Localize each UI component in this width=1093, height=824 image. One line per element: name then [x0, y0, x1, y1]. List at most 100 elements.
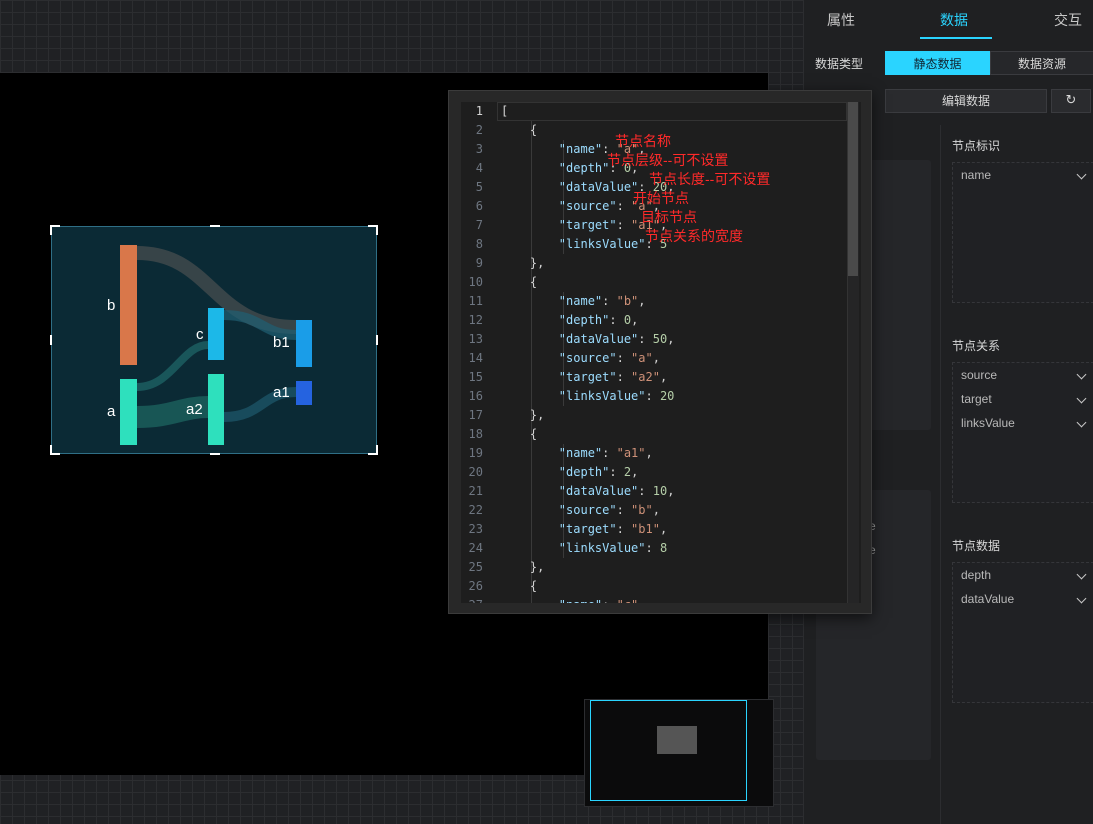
code-line[interactable]: 14 "source": "a", — [461, 349, 847, 368]
edit-data-button[interactable]: 编辑数据 — [885, 89, 1047, 113]
code-text: { — [501, 579, 538, 593]
line-number: 15 — [468, 370, 483, 384]
sankey-label-c: c — [196, 326, 204, 343]
field-source[interactable]: source — [961, 368, 997, 382]
sankey-node-a — [120, 379, 137, 445]
field-datavalue[interactable]: dataValue — [961, 592, 1014, 606]
code-text: "target": "b1", — [558, 522, 668, 536]
code-line[interactable]: 24 "linksValue": 8 — [461, 539, 847, 558]
code-text: "depth": 0, — [558, 313, 639, 327]
field-name[interactable]: name — [961, 168, 991, 182]
code-editor[interactable]: 1[2 {3 "name": "a", 4 "depth": 0, 5 "dataV… — [461, 102, 861, 603]
code-line[interactable]: 19 "name": "a1", — [461, 444, 847, 463]
chevron-down-icon[interactable] — [1076, 169, 1087, 180]
code-line[interactable]: 26 { — [461, 577, 847, 596]
resize-handle-right[interactable] — [376, 335, 378, 345]
sankey-link-a-c — [136, 341, 209, 391]
chevron-down-icon[interactable] — [1076, 393, 1087, 404]
resize-handle-bottom-right[interactable] — [368, 445, 378, 455]
chevron-down-icon[interactable] — [1076, 369, 1087, 380]
code-line[interactable]: 12 "depth": 0, — [461, 311, 847, 330]
line-number: 6 — [475, 199, 483, 213]
minimap-component — [657, 726, 697, 754]
line-number: 24 — [468, 541, 483, 555]
code-text: "dataValue": 10, — [558, 484, 675, 498]
code-text: { — [501, 427, 538, 441]
field-linksvalue[interactable]: linksValue — [961, 416, 1015, 430]
line-number: 10 — [468, 275, 483, 289]
line-number: 26 — [468, 579, 483, 593]
sankey-node-a2 — [208, 374, 224, 445]
line-number: 13 — [468, 332, 483, 346]
field-annotation: 目标节点 — [641, 209, 697, 225]
sankey-label-a: a — [107, 403, 116, 420]
code-text: { — [501, 275, 538, 289]
field-target[interactable]: target — [961, 392, 992, 406]
tab-interaction[interactable]: 交互 — [1054, 0, 1082, 40]
resize-handle-top-right[interactable] — [368, 225, 378, 235]
line-number: 4 — [475, 161, 483, 175]
line-number: 7 — [475, 218, 483, 232]
sankey-label-b: b — [107, 297, 115, 314]
chevron-down-icon[interactable] — [1076, 593, 1087, 604]
data-editor-popup: 1[2 {3 "name": "a", 4 "depth": 0, 5 "dataV… — [448, 90, 872, 614]
minimap[interactable] — [584, 699, 774, 807]
code-line[interactable]: 16 "linksValue": 20 — [461, 387, 847, 406]
code-line[interactable]: 27 "name": "c", — [461, 596, 847, 603]
field-depth[interactable]: depth — [961, 568, 991, 582]
data-type-label: 数据类型 — [815, 57, 864, 71]
resize-handle-top-left[interactable] — [50, 225, 60, 235]
code-line[interactable]: 1[ — [461, 102, 847, 121]
sankey-component[interactable]: b a c a2 b1 a1 — [50, 225, 378, 455]
code-line[interactable]: 21 "dataValue": 10, — [461, 482, 847, 501]
static-data-option[interactable]: 静态数据 — [885, 51, 990, 75]
tab-data[interactable]: 数据 — [940, 0, 968, 40]
code-line[interactable]: 13 "dataValue": 50, — [461, 330, 847, 349]
resize-handle-left[interactable] — [50, 335, 52, 345]
code-line[interactable]: 17 }, — [461, 406, 847, 425]
node-id-field-list[interactable]: name — [952, 162, 1093, 303]
code-line[interactable]: 23 "target": "b1", — [461, 520, 847, 539]
code-text: { — [501, 123, 538, 137]
data-resource-option[interactable]: 数据资源 — [990, 51, 1093, 75]
node-relation-group-title: 节点关系 — [952, 339, 1001, 353]
code-text: }, — [501, 560, 545, 574]
code-text: "linksValue": 20 — [558, 389, 675, 403]
field-annotation: 节点关系的宽度 — [645, 228, 743, 244]
code-line[interactable]: 22 "source": "b", — [461, 501, 847, 520]
line-number: 16 — [468, 389, 483, 403]
line-number: 3 — [475, 142, 483, 156]
code-line[interactable]: 9 }, — [461, 254, 847, 273]
line-number: 14 — [468, 351, 483, 365]
node-relation-field-list[interactable]: source target linksValue — [952, 362, 1093, 503]
code-line[interactable]: 20 "depth": 2, — [461, 463, 847, 482]
code-text: "target": "a2", — [558, 370, 668, 384]
line-number: 5 — [475, 180, 483, 194]
chevron-down-icon[interactable] — [1076, 417, 1087, 428]
code-line[interactable]: 25 }, — [461, 558, 847, 577]
designer-workspace: b a c a2 b1 a1 属性 数据 交互 数据类型 静态数据 数据资源 编… — [0, 0, 1093, 824]
chevron-down-icon[interactable] — [1076, 569, 1087, 580]
sankey-node-c — [208, 308, 224, 360]
active-tab-indicator — [920, 37, 992, 39]
code-line[interactable]: 18 { — [461, 425, 847, 444]
line-number: 12 — [468, 313, 483, 327]
code-text: "source": "a", — [558, 351, 660, 365]
resize-handle-bottom-left[interactable] — [50, 445, 60, 455]
sankey-label-a1: a1 — [273, 384, 290, 401]
code-text: }, — [501, 408, 545, 422]
code-line[interactable]: 11 "name": "b", — [461, 292, 847, 311]
code-line[interactable]: 15 "target": "a2", — [461, 368, 847, 387]
resize-handle-bottom[interactable] — [210, 453, 220, 455]
tab-properties[interactable]: 属性 — [827, 0, 855, 40]
editor-scroll-thumb[interactable] — [848, 102, 858, 276]
code-text: "source": "b", — [558, 503, 660, 517]
field-annotation: 节点长度--可不设置 — [649, 171, 771, 187]
line-number: 17 — [468, 408, 483, 422]
node-data-field-list[interactable]: depth dataValue — [952, 562, 1093, 703]
resize-handle-top[interactable] — [210, 225, 220, 227]
code-line[interactable]: 10 { — [461, 273, 847, 292]
line-number: 25 — [468, 560, 483, 574]
sankey-node-b1 — [296, 320, 312, 367]
refresh-button[interactable]: ↻ — [1051, 89, 1091, 113]
